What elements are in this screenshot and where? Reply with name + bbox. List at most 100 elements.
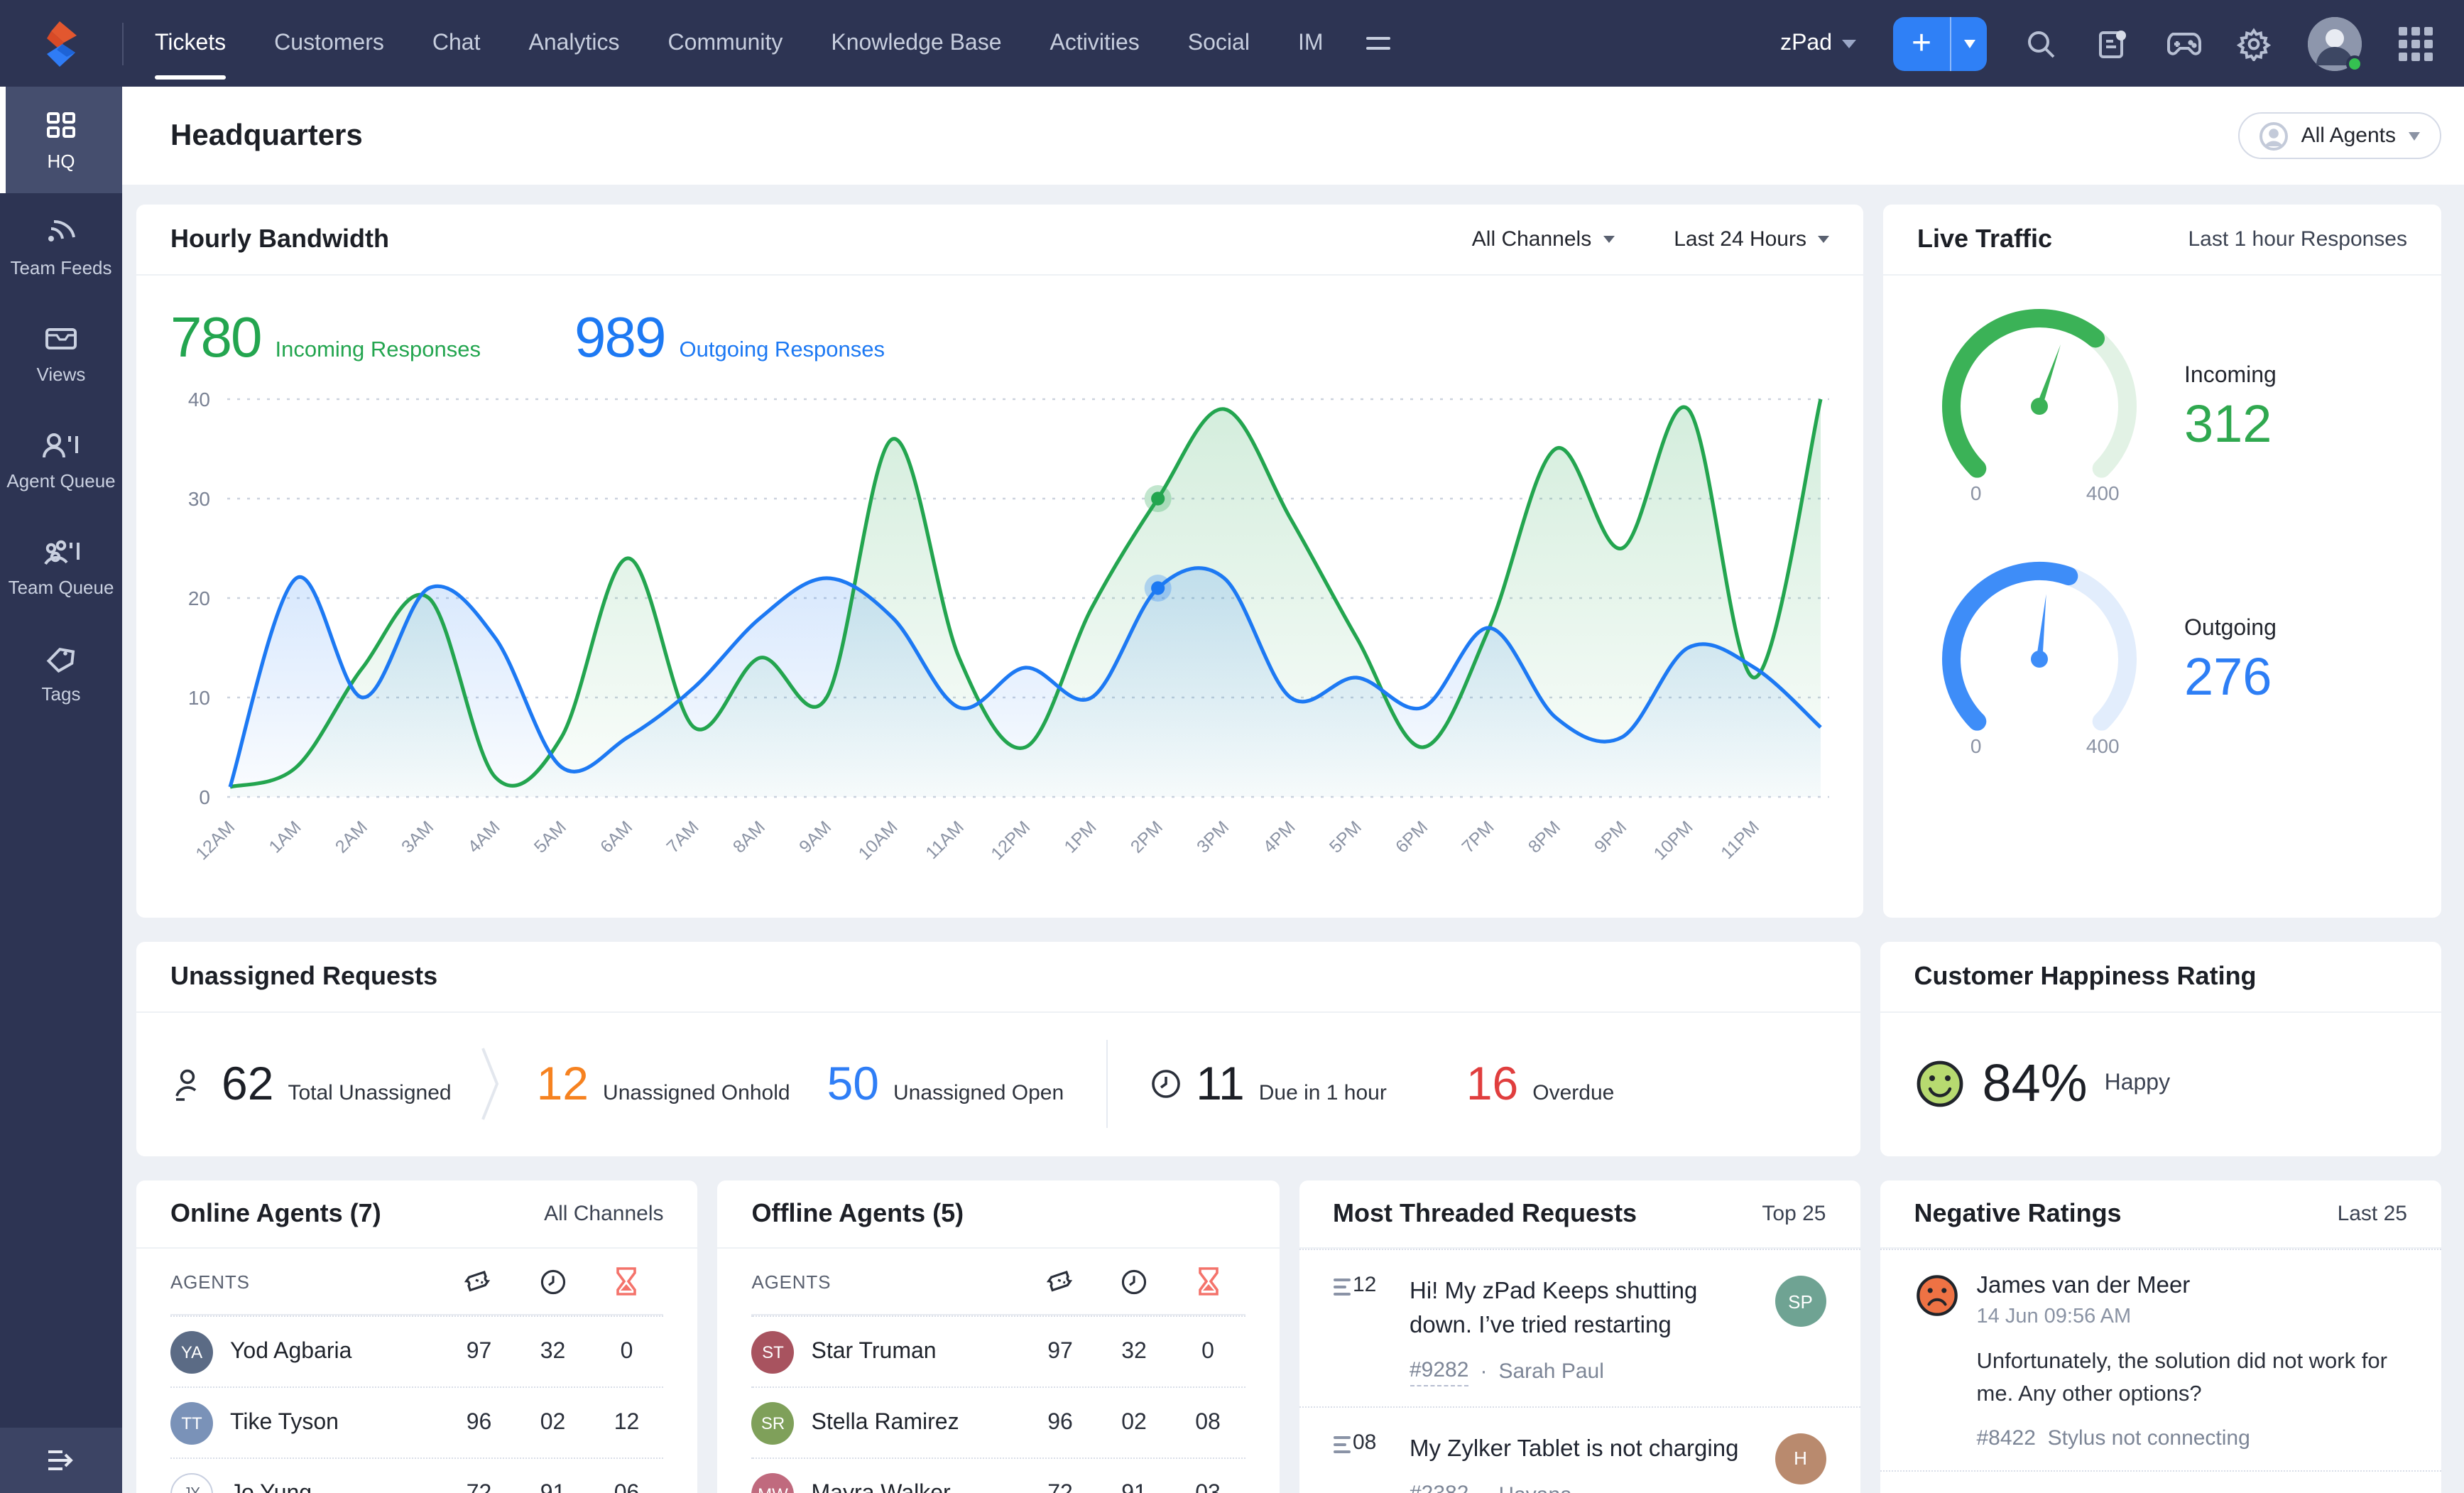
- expand-sidebar-button[interactable]: [0, 1428, 122, 1493]
- ticket-id[interactable]: #2382: [1410, 1482, 1468, 1493]
- sidebar-item-agent-queue[interactable]: Agent Queue: [0, 406, 122, 513]
- svg-text:30: 30: [188, 488, 210, 510]
- zylker-logo[interactable]: [0, 19, 122, 67]
- add-dropdown-button[interactable]: [1950, 16, 1987, 70]
- svg-text:10: 10: [188, 687, 210, 709]
- add-button[interactable]: +: [1893, 16, 1950, 70]
- stat-overdue[interactable]: 16 Overdue: [1466, 1056, 1615, 1110]
- svg-text:400: 400: [2086, 735, 2120, 757]
- views-tray-icon: [45, 327, 77, 349]
- settings-gear-icon[interactable]: [2237, 26, 2271, 60]
- stat-unassigned-onhold[interactable]: 12 Unassigned Onhold: [537, 1056, 790, 1110]
- avatar: SP: [1775, 1276, 1826, 1327]
- chevron-down-icon: [1842, 39, 1856, 48]
- svg-text:12AM: 12AM: [192, 817, 239, 864]
- sidebar-label: Views: [36, 363, 86, 385]
- agent-row[interactable]: SR Stella Ramirez 96 02 08: [751, 1386, 1245, 1457]
- nav-item-im[interactable]: IM: [1298, 0, 1324, 87]
- avatar: JY: [170, 1472, 213, 1493]
- ticket-subject[interactable]: Stylus not connecting: [2048, 1426, 2250, 1450]
- product-selector[interactable]: zPad: [1780, 31, 1856, 56]
- user-avatar[interactable]: [2308, 16, 2363, 72]
- unassigned-requests-card: Unassigned Requests 62 Total Unassigned: [136, 942, 1860, 1156]
- negative-rating-item[interactable]: James van der Meer 14 Jun 09:56 AM Unfor…: [1880, 1249, 2441, 1470]
- sidebar-item-tags[interactable]: Tags: [0, 619, 122, 725]
- chevron-separator: [481, 1047, 498, 1119]
- ticket-subject[interactable]: Hi! My zPad Keeps shutting down. I’ve tr…: [1410, 1276, 1758, 1344]
- sidebar-item-team-feeds[interactable]: Team Feeds: [0, 193, 122, 300]
- svg-text:4AM: 4AM: [464, 817, 503, 857]
- nav-item-social[interactable]: Social: [1188, 0, 1250, 87]
- feeds-signal-icon: [48, 219, 75, 241]
- sidebar-label: Team Queue: [8, 576, 114, 598]
- nav-item-knowledge-base[interactable]: Knowledge Base: [831, 0, 1001, 87]
- search-icon[interactable]: [2024, 26, 2058, 60]
- nav-item-customers[interactable]: Customers: [274, 0, 384, 87]
- card-title: Offline Agents (5): [751, 1199, 964, 1227]
- svg-text:1AM: 1AM: [265, 817, 305, 857]
- happy-face-icon: [1917, 1060, 1963, 1107]
- hourly-bandwidth-card: Hourly Bandwidth All Channels Last 24 Ho…: [136, 205, 1863, 918]
- thread-count: 12: [1353, 1273, 1377, 1297]
- svg-text:6PM: 6PM: [1392, 817, 1432, 857]
- add-split-button[interactable]: +: [1893, 16, 1987, 70]
- svg-text:40: 40: [188, 389, 210, 411]
- stat-unassigned-open[interactable]: 50 Unassigned Open: [827, 1056, 1064, 1110]
- stat-due-1-hour[interactable]: 11 Due in 1 hour: [1150, 1056, 1387, 1110]
- clock-icon: [1097, 1268, 1171, 1295]
- feeds-notification-icon[interactable]: [2095, 26, 2129, 60]
- incoming-total-label: Incoming Responses: [275, 338, 481, 362]
- live-traffic-card: Live Traffic Last 1 hour Responses 0 400 …: [1883, 205, 2441, 918]
- online-agents-card: Online Agents (7) All Channels AGENTS YA…: [136, 1180, 698, 1493]
- time-range-dropdown[interactable]: Last 24 Hours: [1674, 227, 1829, 251]
- channel-filter-dropdown[interactable]: All Channels: [1472, 227, 1615, 251]
- apps-grid-icon[interactable]: [2399, 26, 2433, 60]
- chevron-down-icon: [1603, 236, 1615, 243]
- card-title: Hourly Bandwidth: [170, 224, 389, 253]
- svg-text:2PM: 2PM: [1127, 817, 1167, 857]
- svg-text:8PM: 8PM: [1525, 817, 1564, 857]
- threaded-request-item[interactable]: 12 Hi! My zPad Keeps shutting down. I’ve…: [1299, 1249, 1860, 1406]
- online-agents-filter: All Channels: [544, 1202, 664, 1226]
- all-agents-filter-button[interactable]: All Agents: [2238, 112, 2441, 159]
- ticket-subject[interactable]: My Zylker Tablet is not charging: [1410, 1433, 1758, 1467]
- stat-total-unassigned[interactable]: 62 Total Unassigned: [170, 1056, 452, 1110]
- agent-row[interactable]: TT Tike Tyson 96 02 12: [170, 1386, 664, 1457]
- bandwidth-totals: 780 Incoming Responses 989 Outgoing Resp…: [136, 276, 1863, 371]
- svg-text:7AM: 7AM: [663, 817, 702, 857]
- svg-text:9PM: 9PM: [1591, 817, 1630, 857]
- agent-row[interactable]: JY Jo Yung 72 91 06: [170, 1457, 664, 1493]
- nav-item-chat[interactable]: Chat: [432, 0, 481, 87]
- sidebar-item-hq[interactable]: HQ: [0, 87, 122, 193]
- nav-item-community[interactable]: Community: [668, 0, 783, 87]
- agent-row[interactable]: ST Star Truman 97 32 0: [751, 1315, 1245, 1386]
- ticket-id[interactable]: #8422: [1977, 1426, 2036, 1450]
- gamescope-icon[interactable]: [2166, 26, 2201, 60]
- negative-rating-item[interactable]: Han Alderan: [1880, 1470, 2441, 1493]
- nav-item-tickets[interactable]: Tickets: [155, 0, 227, 87]
- bandwidth-chart[interactable]: 0 10 20 30 40 12AM 1AM 2AM 3AM 4AM 5AM 6AM 7AM 8AM 9AM…: [136, 371, 1863, 905]
- main-content: Headquarters All Agents Hourly Bandwidth: [122, 87, 2464, 1493]
- outgoing-gauge: 0 400 Outgoing 276: [1883, 528, 2441, 781]
- agent-row[interactable]: YA Yod Agbaria 97 32 0: [170, 1315, 664, 1386]
- agent-row[interactable]: MW Mayra Walker 72 91 03: [751, 1457, 1245, 1493]
- ticket-id[interactable]: #9282: [1410, 1358, 1469, 1386]
- more-menu-icon[interactable]: [1365, 37, 1390, 50]
- gauge-value: 276: [2184, 648, 2272, 706]
- sidebar: HQ Team Feeds Views Agent Queue Team Que…: [0, 87, 122, 1493]
- sidebar-item-team-queue[interactable]: Team Queue: [0, 513, 122, 619]
- page-header: Headquarters All Agents: [122, 87, 2464, 185]
- svg-text:4PM: 4PM: [1259, 817, 1299, 857]
- threaded-request-item[interactable]: 08 My Zylker Tablet is not charging #238…: [1299, 1406, 1860, 1493]
- gauge-value: 312: [2184, 395, 2272, 453]
- svg-text:3AM: 3AM: [398, 817, 437, 857]
- person-icon: [2259, 121, 2289, 150]
- nav-item-activities[interactable]: Activities: [1050, 0, 1140, 87]
- sidebar-item-views[interactable]: Views: [0, 300, 122, 406]
- person-add-icon: [175, 1068, 197, 1100]
- svg-text:0: 0: [1970, 482, 1982, 504]
- hourglass-icon: [1171, 1267, 1245, 1296]
- nav-item-analytics[interactable]: Analytics: [528, 0, 619, 87]
- svg-text:0: 0: [1970, 735, 1982, 757]
- customer-happiness-card: Customer Happiness Rating 84% Happy: [1880, 942, 2441, 1156]
